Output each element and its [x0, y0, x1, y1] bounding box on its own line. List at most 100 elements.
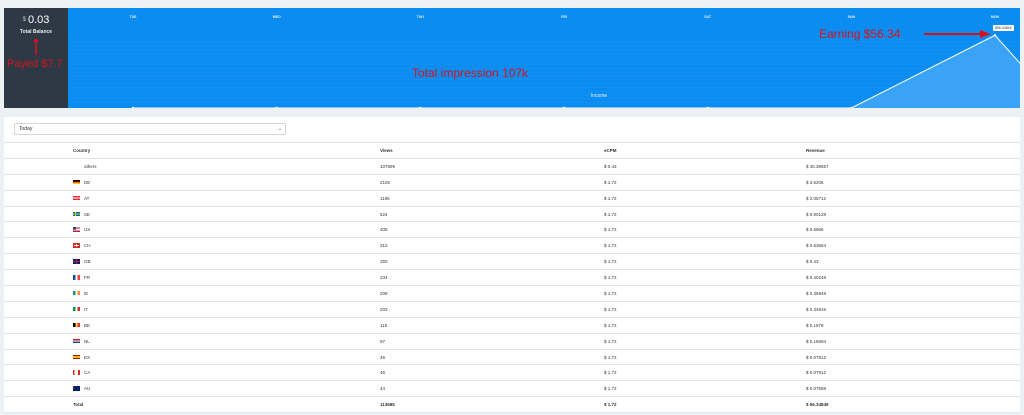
ecpm-cell: $ 1.72 [604, 301, 806, 318]
ecpm-cell: $ 1.72 [604, 364, 806, 382]
views-cell: 46 [380, 364, 604, 382]
x-tick-label: MON [990, 15, 1000, 19]
flag-se-icon [73, 211, 80, 216]
revenue-cell: $ 0.1978 [806, 317, 1020, 334]
x-tick-label: SAT [704, 15, 712, 19]
column-header-revenue[interactable]: Revenue [806, 142, 1020, 159]
ecpm-cell: $ 1.72 [604, 269, 806, 287]
ecpm-cell: $ 1.72 [604, 206, 806, 223]
country-cell: US [4, 221, 380, 239]
views-cell: 405 [380, 221, 604, 239]
balance-amount: $0.03 [4, 14, 68, 26]
country-name: CA [84, 370, 91, 376]
table-row: BE 115 $ 1.72 $ 0.1978 [4, 317, 1020, 334]
country-name: ES [84, 354, 91, 360]
table-header-row: Country Views eCPM Revenue [4, 142, 1020, 159]
revenue-cell: $ 2.05712 [806, 190, 1020, 207]
data-point[interactable] [131, 106, 135, 108]
table-row: DE 2105 $ 1.72 $ 3.6206 [4, 174, 1020, 191]
income-chart: TUE WED THU FRI SAT SUN MON Income $56.34849 [68, 8, 1020, 108]
ecpm-cell: $ 1.72 [604, 380, 806, 398]
country-cell: GB [4, 253, 380, 271]
views-cell: 44 [380, 380, 604, 398]
ecpm-cell: $ 1.72 [604, 174, 806, 191]
revenue-cell: $ 0.40248 [806, 269, 1020, 287]
table-row: IT 203 $ 1.72 $ 0.34916 [4, 301, 1020, 318]
flag-fr-icon [73, 275, 80, 280]
revenue-cell: $ 0.6966 [806, 221, 1020, 239]
data-point[interactable] [850, 106, 853, 108]
country-cell: FR [4, 269, 380, 287]
period-select[interactable]: Today ⌄ [14, 123, 286, 135]
country-name: DE [84, 179, 91, 185]
income-chart-svg [68, 34, 1020, 108]
flag-nl-icon [73, 338, 80, 344]
table-row: SE 524 $ 1.72 $ 0.90128 [4, 206, 1020, 223]
data-point[interactable] [706, 106, 709, 108]
table-row: ES 46 $ 1.72 $ 0.07912 [4, 349, 1020, 366]
total-ecpm: $ 1.72 [604, 396, 806, 414]
table-row: others 107899 $ 0.43 $ 46.39657 [4, 158, 1020, 175]
views-cell: 209 [380, 285, 604, 302]
revenue-cell: $ 46.39657 [806, 158, 1020, 175]
flag-ca-icon [73, 370, 80, 375]
column-header-views[interactable]: Views [380, 142, 604, 159]
flag-ie-icon [73, 290, 80, 296]
revenue-cell: $ 0.53664 [806, 237, 1020, 255]
views-cell: 234 [380, 269, 604, 287]
flag-be-icon [73, 322, 80, 328]
revenue-cell: $ 0.35948 [806, 285, 1020, 302]
chart-tooltip: $56.34849 [993, 25, 1014, 31]
country-cell: AU [4, 380, 380, 398]
country-name: AT [84, 195, 90, 201]
table-row: FR 234 $ 1.72 $ 0.40248 [4, 269, 1020, 287]
revenue-cell: $ 0.07568 [806, 380, 1020, 398]
country-name: CH [84, 243, 91, 249]
country-cell: others [4, 158, 380, 175]
views-cell: 1196 [380, 190, 604, 207]
revenue-cell: $ 0.90128 [806, 206, 1020, 223]
ecpm-cell: $ 0.43 [604, 158, 806, 175]
country-name: BE [84, 322, 91, 328]
country-cell: SE [4, 206, 380, 223]
table-row: US 405 $ 1.72 $ 0.6966 [4, 221, 1020, 239]
table-row: AU 44 $ 1.72 $ 0.07568 [4, 380, 1020, 398]
data-point[interactable] [562, 106, 566, 108]
revenue-cell: $ 3.6206 [806, 174, 1020, 191]
flag-gb-icon [73, 259, 80, 264]
x-axis-label: Income [590, 93, 608, 99]
country-cell: BE [4, 317, 380, 334]
table-row: IE 209 $ 1.72 $ 0.35948 [4, 285, 1020, 302]
flag-de-icon [73, 179, 80, 185]
data-point[interactable] [275, 106, 278, 108]
country-cell: ES [4, 349, 380, 366]
country-cell: CA [4, 364, 380, 382]
country-name: SE [84, 211, 91, 217]
country-name: AU [84, 386, 91, 392]
data-point[interactable] [419, 106, 422, 108]
ecpm-cell: $ 1.72 [604, 190, 806, 207]
country-cell: NL [4, 333, 380, 350]
table-row: CA 46 $ 1.72 $ 0.07912 [4, 364, 1020, 382]
revenue-cell: $ 0.07912 [806, 349, 1020, 366]
ecpm-cell: $ 1.72 [604, 221, 806, 239]
x-tick-label: WED [272, 15, 281, 19]
country-stats-card: Today ⌄ Country Views eCPM Revenue other… [4, 117, 1020, 414]
total-label: Total [4, 396, 380, 414]
flag-it-icon [73, 306, 80, 312]
ecpm-cell: $ 1.72 [604, 317, 806, 334]
views-cell: 312 [380, 237, 604, 255]
series-area [133, 35, 1020, 108]
views-cell: 524 [380, 206, 604, 223]
country-cell: IT [4, 301, 380, 318]
country-stats-table: Country Views eCPM Revenue others 107899 $… [4, 142, 1020, 414]
data-point[interactable] [993, 34, 997, 37]
country-cell: AT [4, 190, 380, 207]
column-header-ecpm[interactable]: eCPM [604, 142, 806, 159]
country-name: IT [84, 306, 88, 312]
x-tick-label: TUE [129, 15, 137, 19]
column-header-country[interactable]: Country [4, 142, 380, 159]
total-views: 113685 [380, 396, 604, 414]
table-row: CH 312 $ 1.72 $ 0.53664 [4, 237, 1020, 255]
views-cell: 250 [380, 253, 604, 271]
